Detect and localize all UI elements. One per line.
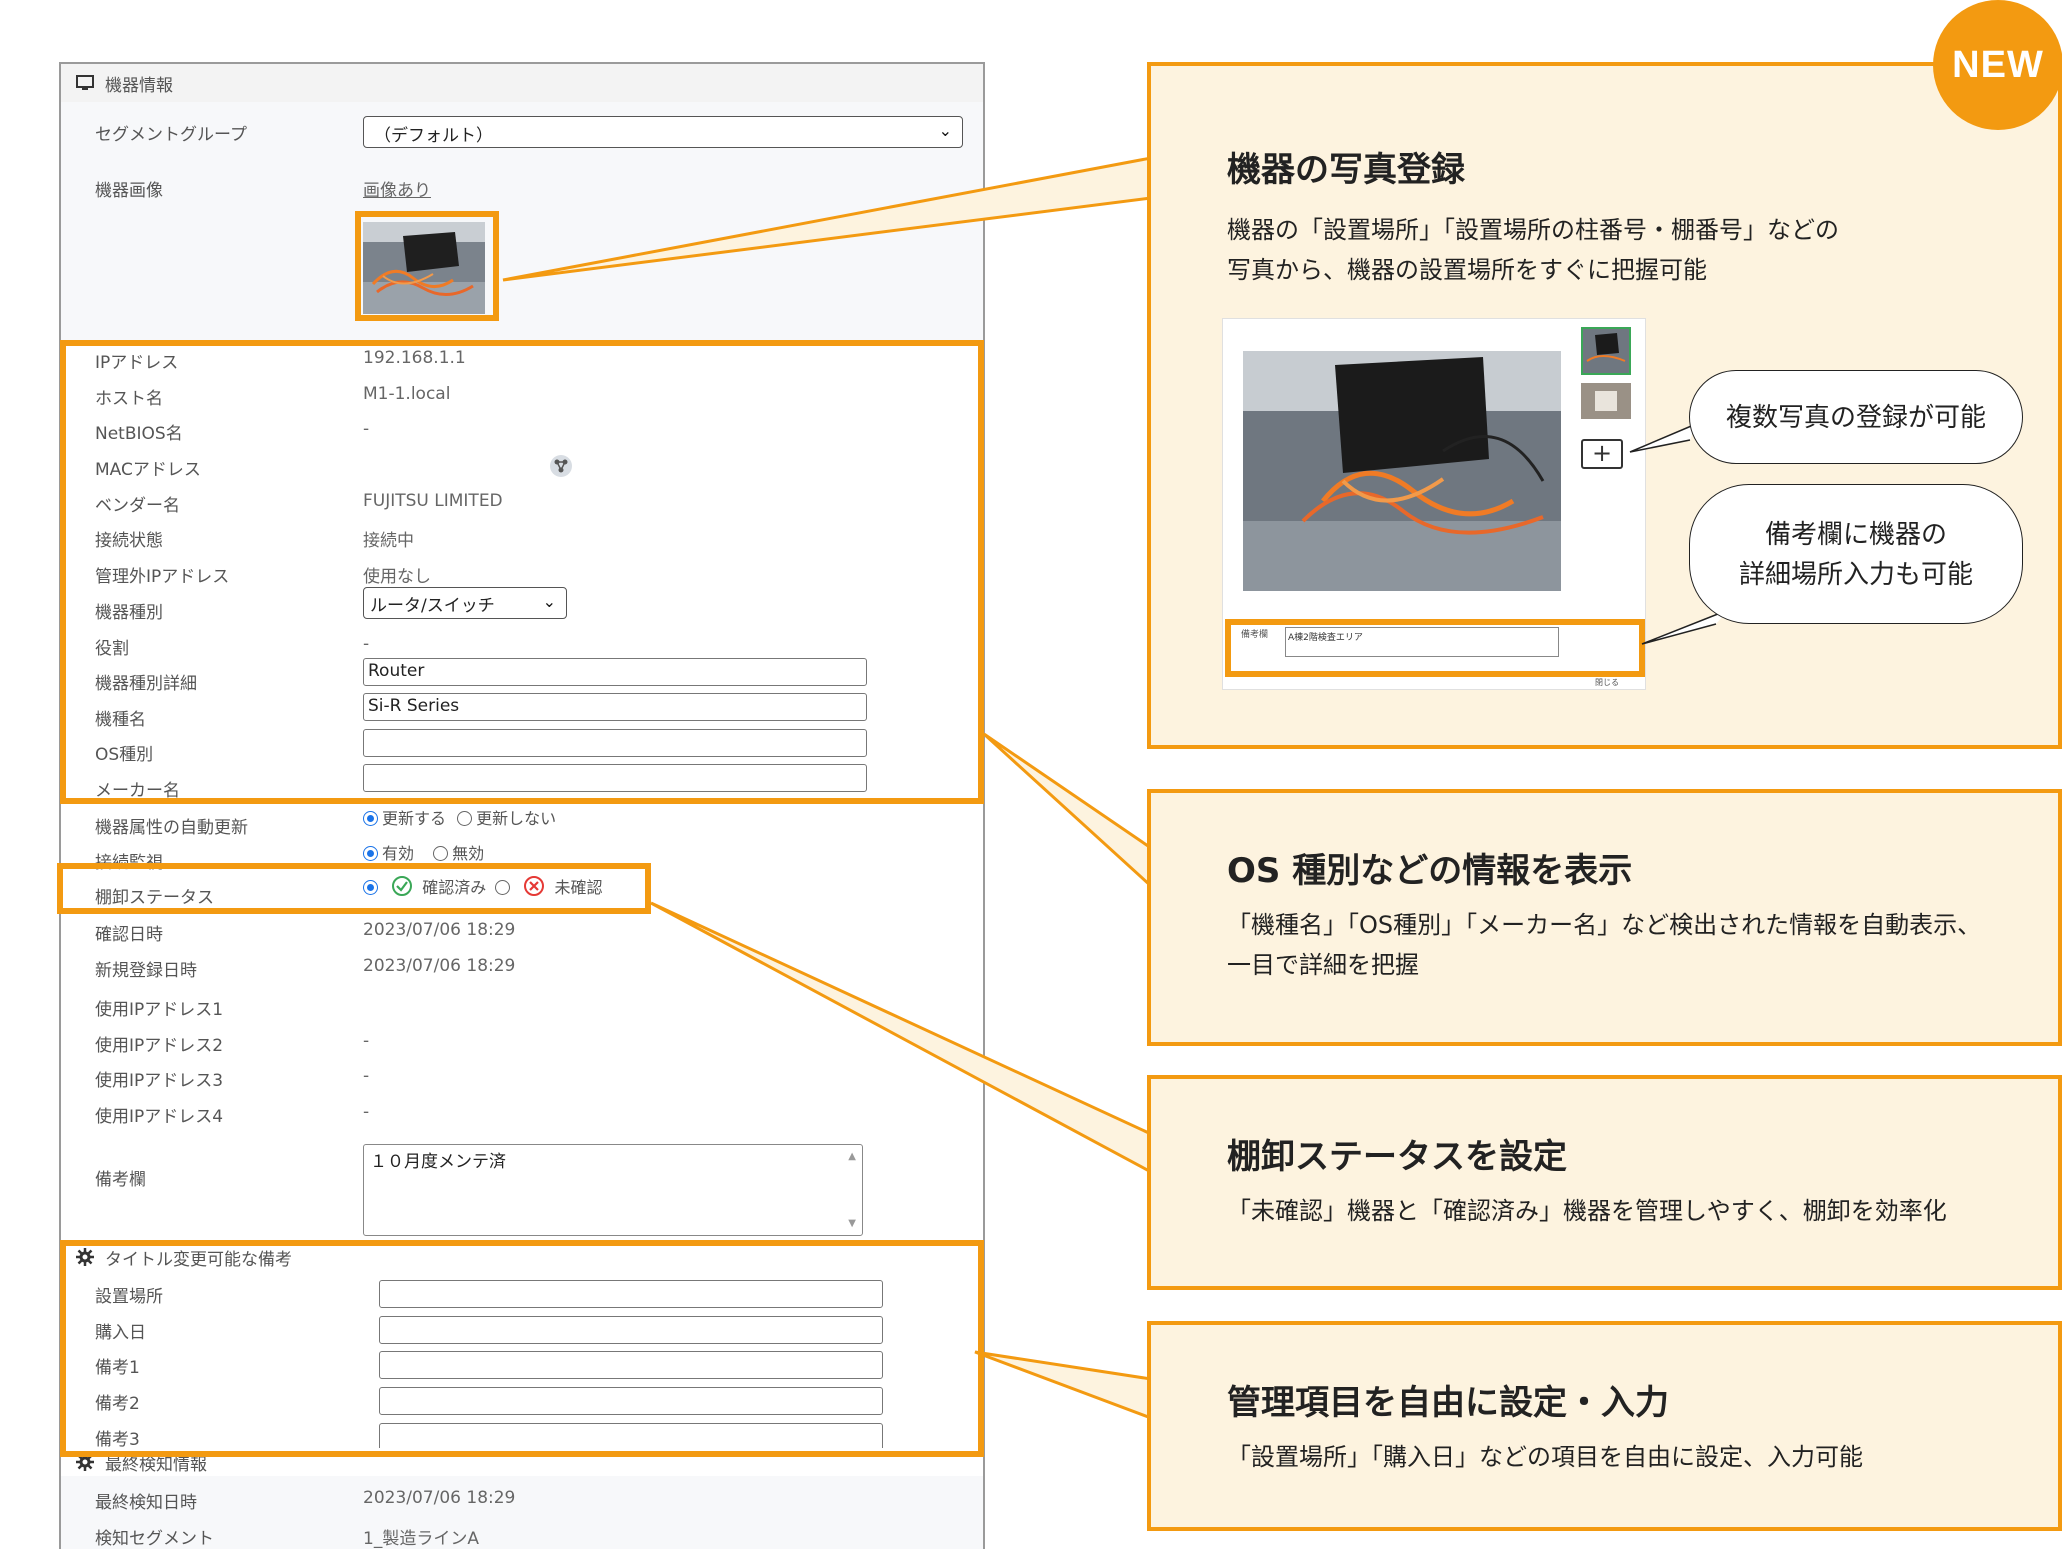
bubble-tails [1629, 423, 1729, 645]
remarks-bubble: 備考欄に機器の 詳細場所入力も可能 [1689, 484, 2023, 624]
multi-photo-bubble: 複数写真の登録が可能 [1689, 370, 2023, 464]
